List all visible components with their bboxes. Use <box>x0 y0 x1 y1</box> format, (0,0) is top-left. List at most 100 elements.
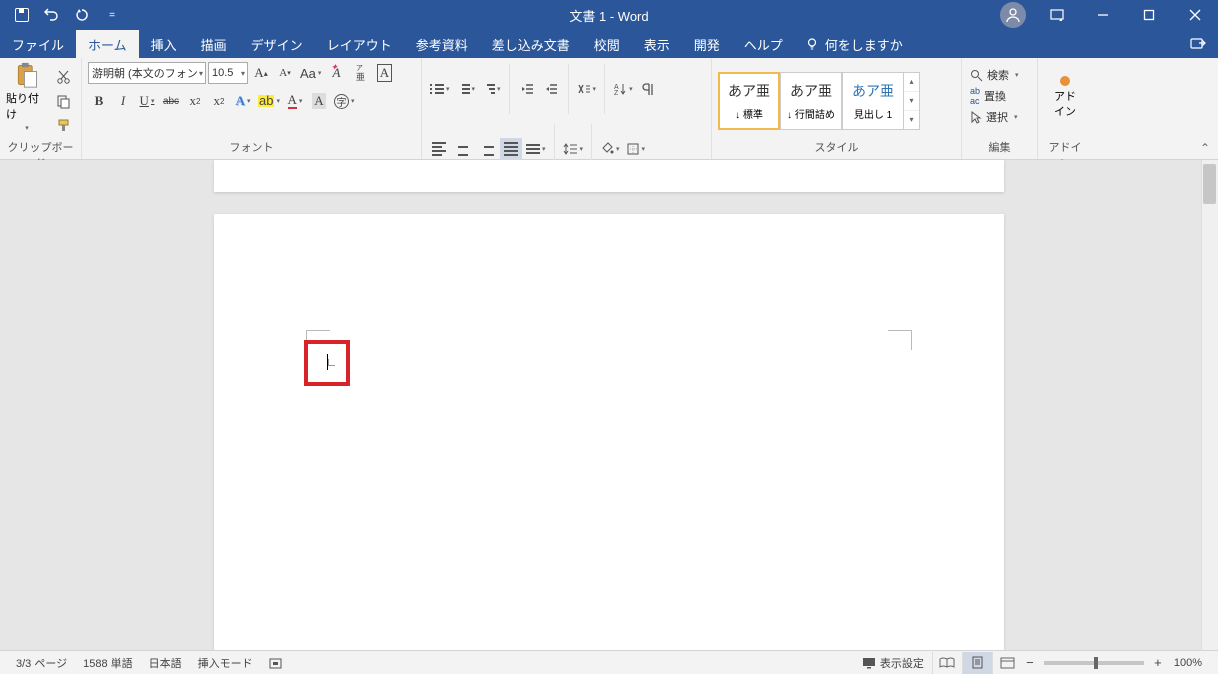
style-name: ↓ 標準 <box>735 106 763 121</box>
zoom-out-button[interactable]: − <box>1022 655 1038 670</box>
tab-file[interactable]: ファイル <box>0 30 76 58</box>
clear-formatting-button[interactable]: A✦ <box>325 62 347 84</box>
maximize-button[interactable] <box>1126 0 1172 30</box>
character-shading-button[interactable]: A <box>308 90 330 112</box>
text-effects-button[interactable]: A <box>232 90 254 112</box>
enclose-characters-button[interactable]: 字 <box>332 90 357 112</box>
qat-customize-button[interactable]: = <box>98 2 126 28</box>
tell-me-search[interactable]: 何をしますか <box>795 30 913 58</box>
tab-design[interactable]: デザイン <box>239 30 315 58</box>
underline-button[interactable]: U <box>136 90 158 112</box>
current-page[interactable] <box>214 214 1004 650</box>
display-settings-button[interactable]: 表示設定 <box>854 655 932 671</box>
addins-button[interactable]: アド イン <box>1045 62 1085 132</box>
shading-button[interactable] <box>598 138 622 160</box>
undo-button[interactable] <box>38 2 66 28</box>
scrollbar-thumb[interactable] <box>1203 164 1216 204</box>
tab-insert[interactable]: 挿入 <box>139 30 189 58</box>
account-avatar[interactable] <box>1000 2 1026 28</box>
sort-button[interactable]: AZ <box>611 78 635 100</box>
style-no-spacing[interactable]: あア亜↓ 行間詰め <box>780 72 842 130</box>
bullets-button[interactable] <box>428 78 452 100</box>
zoom-level-button[interactable]: 100% <box>1166 657 1210 669</box>
style-heading1[interactable]: あア亜見出し 1 <box>842 72 904 130</box>
zoom-in-button[interactable]: + <box>1150 655 1166 670</box>
borders-icon <box>626 142 640 156</box>
print-layout-button[interactable] <box>962 652 992 674</box>
vertical-scrollbar[interactable] <box>1201 160 1218 650</box>
close-button[interactable] <box>1172 0 1218 30</box>
character-border-button[interactable]: A <box>373 62 395 84</box>
read-mode-button[interactable] <box>932 652 962 674</box>
superscript-button[interactable]: x2 <box>208 90 230 112</box>
asian-layout-button[interactable] <box>575 78 599 100</box>
distribute-button[interactable] <box>524 138 548 160</box>
page-number-status[interactable]: 3/3 ページ <box>8 651 75 674</box>
strikethrough-button[interactable]: abc <box>160 90 182 112</box>
tab-home[interactable]: ホーム <box>76 30 139 58</box>
find-button[interactable]: 検索▾ <box>968 66 1021 84</box>
italic-button[interactable]: I <box>112 90 134 112</box>
grow-font-button[interactable]: A▴ <box>250 62 272 84</box>
format-painter-button[interactable] <box>52 114 74 136</box>
tab-draw[interactable]: 描画 <box>189 30 239 58</box>
font-size-combo[interactable]: 10.5▾ <box>208 62 248 84</box>
borders-button[interactable] <box>624 138 648 160</box>
tab-mailings[interactable]: 差し込み文書 <box>480 30 582 58</box>
line-spacing-button[interactable] <box>561 138 586 160</box>
status-bar-right: 表示設定 − + 100% <box>854 652 1210 674</box>
tab-review[interactable]: 校閲 <box>582 30 632 58</box>
zoom-slider-thumb[interactable] <box>1094 657 1098 669</box>
align-left-button[interactable] <box>428 138 450 160</box>
align-center-button[interactable] <box>452 138 474 160</box>
save-button[interactable] <box>8 2 36 28</box>
highlight-button[interactable]: ab <box>256 90 282 112</box>
numbering-button[interactable] <box>454 78 478 100</box>
chevron-down-icon[interactable]: ▾ <box>241 69 245 78</box>
subscript-button[interactable]: x2 <box>184 90 206 112</box>
tab-layout[interactable]: レイアウト <box>315 30 404 58</box>
shrink-font-button[interactable]: A▾ <box>274 62 296 84</box>
change-case-button[interactable]: Aa <box>298 62 323 84</box>
tab-help[interactable]: ヘルプ <box>732 30 795 58</box>
word-count-status[interactable]: 1588 単語 <box>75 651 141 674</box>
font-name-combo[interactable]: 游明朝 (本文のフォン▾ <box>88 62 206 84</box>
font-color-button[interactable]: A <box>284 90 306 112</box>
paste-button[interactable]: 貼り付け ▾ <box>6 62 48 132</box>
decrease-indent-button[interactable] <box>516 78 538 100</box>
tell-me-label: 何をしますか <box>825 35 903 54</box>
collapse-ribbon-button[interactable]: ⌃ <box>1200 141 1210 155</box>
ribbon-tabs: ファイル ホーム 挿入 描画 デザイン レイアウト 参考資料 差し込み文書 校閲… <box>0 30 1218 58</box>
style-scroll-up[interactable]: ▴ <box>904 73 919 92</box>
share-button[interactable] <box>1178 30 1218 58</box>
tab-developer[interactable]: 開発 <box>682 30 732 58</box>
tab-view[interactable]: 表示 <box>632 30 682 58</box>
macro-status[interactable] <box>261 651 290 674</box>
document-area[interactable] <box>0 160 1218 650</box>
previous-page-bottom[interactable] <box>214 160 1004 192</box>
copy-button[interactable] <box>52 90 74 112</box>
phonetic-guide-button[interactable]: ア亜 <box>349 62 371 84</box>
style-gallery-expand[interactable]: ▾ <box>904 111 919 129</box>
replace-button[interactable]: abac置換 <box>968 87 1008 105</box>
select-button[interactable]: 選択▾ <box>968 108 1020 126</box>
align-right-button[interactable] <box>476 138 498 160</box>
chevron-down-icon[interactable]: ▾ <box>199 69 203 78</box>
cut-button[interactable] <box>52 66 74 88</box>
tab-references[interactable]: 参考資料 <box>404 30 480 58</box>
minimize-button[interactable] <box>1080 0 1126 30</box>
ribbon-display-options-button[interactable] <box>1034 0 1080 30</box>
redo-button[interactable] <box>68 2 96 28</box>
editing-group-label: 編集 <box>968 139 1031 159</box>
multilevel-list-button[interactable] <box>479 78 503 100</box>
align-justify-button[interactable] <box>500 138 522 160</box>
language-status[interactable]: 日本語 <box>141 651 190 674</box>
web-layout-button[interactable] <box>992 652 1022 674</box>
increase-indent-button[interactable] <box>540 78 562 100</box>
bold-button[interactable]: B <box>88 90 110 112</box>
style-normal[interactable]: あア亜↓ 標準 <box>718 72 780 130</box>
style-scroll-down[interactable]: ▾ <box>904 92 919 111</box>
insert-mode-status[interactable]: 挿入モード <box>190 651 261 674</box>
zoom-slider[interactable] <box>1044 661 1144 665</box>
show-marks-button[interactable] <box>637 78 659 100</box>
